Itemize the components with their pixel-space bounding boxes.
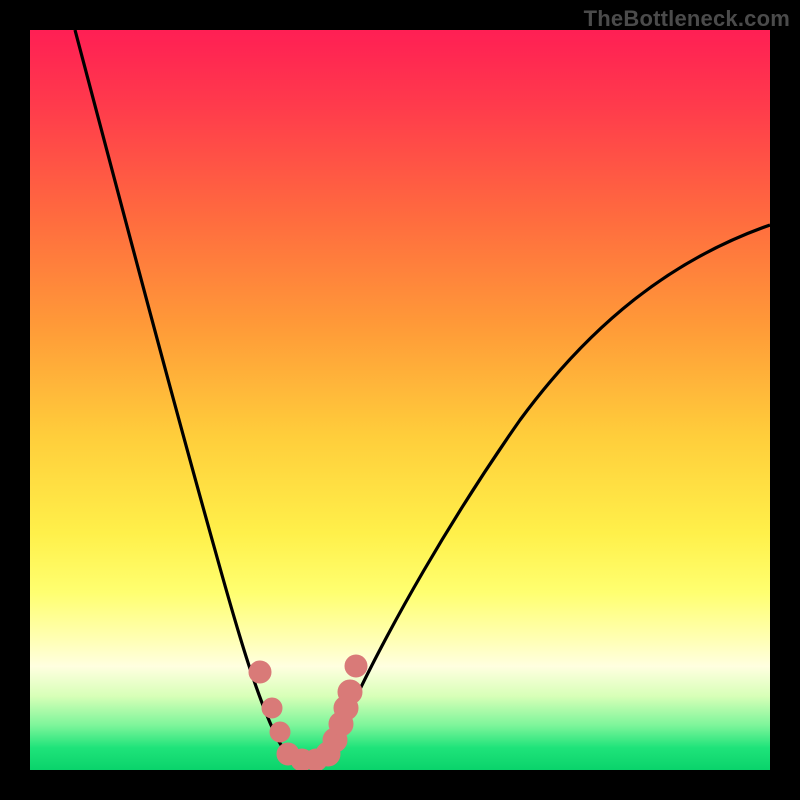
highlighted-range-markers bbox=[249, 655, 367, 770]
watermark-text: TheBottleneck.com bbox=[584, 6, 790, 32]
bottleneck-curve-svg bbox=[30, 30, 770, 770]
chart-frame: TheBottleneck.com bbox=[0, 0, 800, 800]
bottleneck-curve bbox=[75, 30, 770, 762]
plot-area bbox=[30, 30, 770, 770]
